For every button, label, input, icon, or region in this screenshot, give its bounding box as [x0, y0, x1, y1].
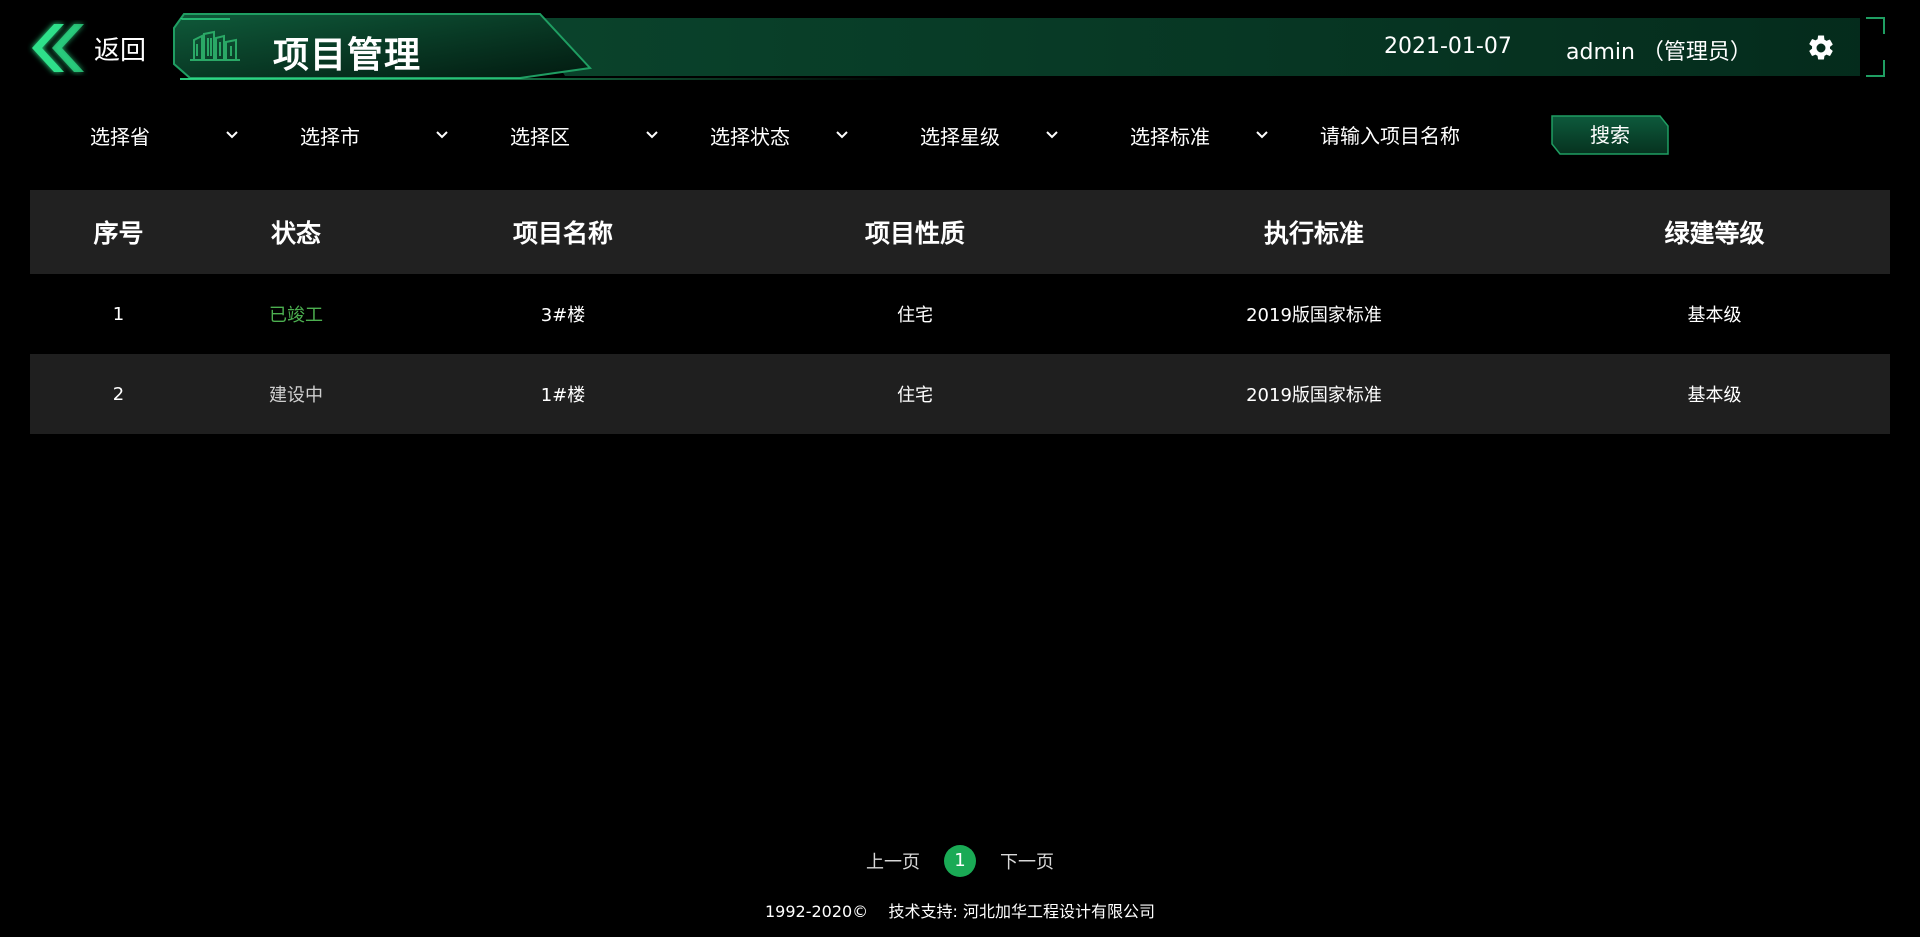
footer-copyright: 1992-2020© 技术支持: 河北加华工程设计有限公司 [764, 902, 1156, 921]
current-date: 2021-01-07 [1384, 34, 1512, 59]
building-icon [190, 30, 240, 61]
row-index: 2 [112, 383, 125, 405]
chevron-down-icon [1046, 131, 1058, 139]
current-user: admin （管理员） [1566, 40, 1752, 65]
next-page-link[interactable]: 下一页 [1000, 848, 1054, 874]
corner-bracket-decoration [1866, 17, 1885, 77]
district-select[interactable]: 选择区 [510, 110, 660, 160]
back-button[interactable]: 返回 [26, 20, 146, 76]
city-select[interactable]: 选择市 [300, 110, 450, 160]
green-level: 基本级 [1687, 305, 1742, 326]
project-type: 住宅 [897, 305, 933, 326]
column-header-index: 序号 [93, 219, 144, 248]
column-header-green-level: 绿建等级 [1664, 219, 1765, 248]
filter-bar: 选择省 选择市 选择区 选择状态 选择星级 选择标准 搜索 [0, 110, 1920, 160]
back-label: 返回 [94, 35, 147, 66]
column-header-project-name: 项目名称 [512, 219, 613, 248]
gear-icon[interactable] [1806, 33, 1836, 63]
project-name: 1#楼 [540, 385, 586, 406]
prev-page-link[interactable]: 上一页 [866, 848, 920, 874]
current-page-button[interactable]: 1 [944, 845, 976, 877]
pagination: 上一页 1 下一页 [0, 845, 1920, 877]
table-row[interactable]: 1 已竣工 3#楼 住宅 2019版国家标准 基本级 [30, 274, 1890, 354]
column-header-standard: 执行标准 [1263, 219, 1364, 248]
green-level: 基本级 [1687, 385, 1742, 406]
city-select-label: 选择市 [300, 124, 360, 149]
province-select[interactable]: 选择省 [90, 110, 240, 160]
project-type: 住宅 [897, 385, 933, 406]
page-title: 项目管理 [273, 35, 422, 76]
column-header-project-type: 项目性质 [864, 219, 965, 248]
project-name: 3#楼 [540, 305, 586, 326]
table-row[interactable]: 2 建设中 1#楼 住宅 2019版国家标准 基本级 [30, 354, 1890, 434]
star-select-label: 选择星级 [920, 124, 1000, 149]
execution-standard: 2019版国家标准 [1246, 385, 1382, 406]
execution-standard: 2019版国家标准 [1246, 305, 1382, 326]
project-table: 序号 状态 项目名称 项目性质 执行标准 绿建等级 1 已竣工 3#楼 住宅 2… [30, 190, 1890, 434]
status-badge: 已竣工 [269, 305, 323, 326]
chevron-down-icon [436, 131, 448, 139]
status-select-label: 选择状态 [710, 124, 790, 149]
status-select[interactable]: 选择状态 [710, 110, 850, 160]
double-chevron-left-icon [32, 24, 84, 72]
table-header-row: 序号 状态 项目名称 项目性质 执行标准 绿建等级 [30, 190, 1890, 274]
chevron-down-icon [1256, 131, 1268, 139]
search-button-label: 搜索 [1590, 123, 1630, 147]
chevron-down-icon [646, 131, 658, 139]
star-select[interactable]: 选择星级 [920, 110, 1060, 160]
row-index: 1 [112, 303, 125, 325]
column-header-status: 状态 [270, 219, 321, 248]
header: 返回 项目管理 2021-01-07 admin （管理员） [0, 0, 1920, 96]
district-select-label: 选择区 [510, 124, 570, 149]
standard-select[interactable]: 选择标准 [1130, 110, 1270, 160]
status-badge: 建设中 [269, 385, 323, 406]
chevron-down-icon [226, 131, 238, 139]
chevron-down-icon [836, 131, 848, 139]
standard-select-label: 选择标准 [1130, 124, 1210, 149]
search-button[interactable]: 搜索 [1550, 114, 1670, 156]
project-name-input[interactable] [1320, 118, 1520, 154]
province-select-label: 选择省 [90, 124, 150, 149]
